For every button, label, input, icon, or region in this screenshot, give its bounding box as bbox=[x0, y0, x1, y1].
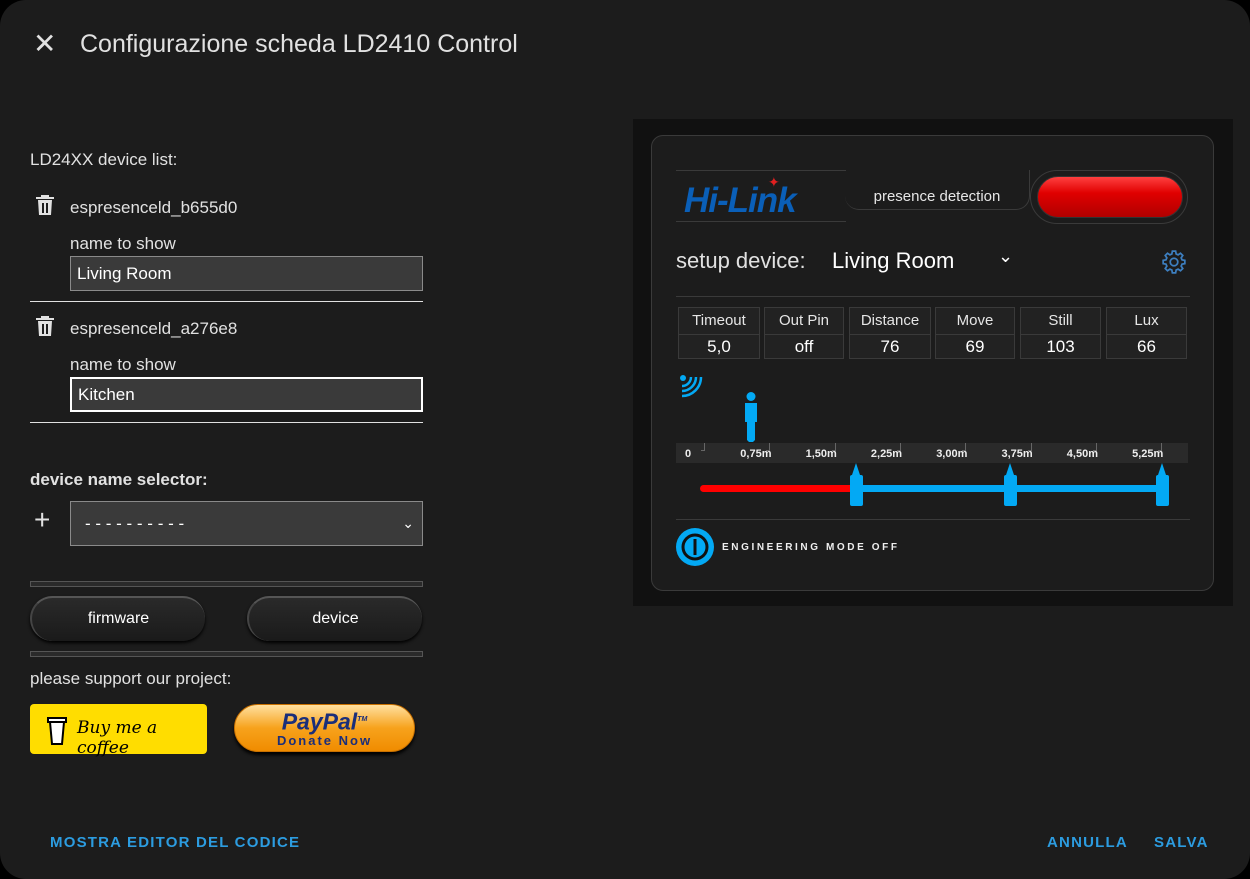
engineering-mode-label: ENGINEERING MODE OFF bbox=[722, 542, 900, 553]
device-id: espresenceld_a276e8 bbox=[70, 319, 238, 338]
stat-lux: Lux 66 bbox=[1106, 307, 1187, 359]
save-button[interactable]: SALVA bbox=[1154, 834, 1209, 851]
coffee-label: Buy me a coffee bbox=[77, 718, 158, 758]
buy-me-a-coffee-button[interactable]: Buy me a coffee bbox=[30, 704, 207, 758]
stat-label: Move bbox=[936, 308, 1014, 335]
setup-label: setup device: bbox=[676, 248, 806, 273]
presence-label: presence detection bbox=[845, 170, 1030, 210]
divider bbox=[30, 422, 423, 423]
tick-mark bbox=[1158, 443, 1163, 451]
selector-label: device name selector: bbox=[30, 470, 208, 489]
radar-signal-icon bbox=[680, 375, 703, 398]
name-label: name to show bbox=[70, 234, 176, 253]
device-name-select[interactable]: - - - - - - - - - - ⌄ bbox=[70, 501, 423, 546]
trash-icon[interactable] bbox=[35, 315, 55, 337]
paypal-donate-button[interactable]: PayPalTM Donate Now bbox=[234, 704, 415, 752]
tick-mark bbox=[831, 443, 836, 451]
stat-label: Still bbox=[1021, 308, 1100, 335]
setup-device-select[interactable]: Living Room ⌄ bbox=[832, 246, 1022, 274]
stat-timeout: Timeout 5,0 bbox=[678, 307, 760, 359]
device-name-input[interactable]: Kitchen bbox=[70, 377, 423, 412]
range-handle[interactable] bbox=[1004, 463, 1017, 506]
range-handle[interactable] bbox=[1156, 463, 1169, 506]
chevron-down-icon: ⌄ bbox=[402, 515, 414, 531]
gear-icon[interactable] bbox=[1161, 249, 1187, 275]
device-button[interactable]: device bbox=[247, 596, 422, 641]
device-name-input[interactable]: Living Room bbox=[70, 256, 423, 291]
ruler-tick: 0 bbox=[685, 448, 692, 460]
red-range-bar bbox=[700, 485, 858, 492]
stat-still: Still 103 bbox=[1020, 307, 1101, 359]
divider bbox=[676, 296, 1190, 297]
name-label: name to show bbox=[70, 355, 176, 374]
stat-value: 66 bbox=[1137, 337, 1156, 356]
stat-value: 76 bbox=[880, 337, 900, 356]
stat-value: 5,0 bbox=[707, 337, 731, 356]
plus-icon[interactable]: + bbox=[34, 506, 50, 534]
setup-value: Living Room bbox=[832, 248, 955, 273]
stat-value: off bbox=[794, 337, 814, 356]
tick-mark bbox=[962, 443, 967, 451]
stat-label: Lux bbox=[1107, 308, 1186, 335]
dialog: ✕ Configurazione scheda LD2410 Control L… bbox=[0, 0, 1250, 879]
person-icon bbox=[745, 392, 758, 442]
firmware-button[interactable]: firmware bbox=[30, 596, 205, 641]
divider bbox=[30, 301, 423, 302]
range-handle[interactable] bbox=[850, 463, 863, 506]
support-label: please support our project: bbox=[30, 669, 232, 688]
stat-distance: Distance 76 bbox=[849, 307, 931, 359]
stat-out-pin: Out Pin off bbox=[764, 307, 844, 359]
stat-label: Out Pin bbox=[765, 308, 843, 335]
chevron-down-icon: ⌄ bbox=[998, 246, 1014, 266]
stat-move: Move 69 bbox=[935, 307, 1015, 359]
divider bbox=[30, 581, 423, 587]
code-editor-button[interactable]: MOSTRA EDITOR DEL CODICE bbox=[50, 834, 300, 851]
donate-label: Donate Now bbox=[276, 732, 373, 748]
paypal-logo: PayPal bbox=[281, 708, 358, 735]
stat-value: 69 bbox=[965, 337, 985, 356]
stat-value: 103 bbox=[1046, 337, 1075, 356]
dialog-title: Configurazione scheda LD2410 Control bbox=[80, 30, 518, 58]
tick-mark bbox=[896, 443, 901, 451]
tick-mark bbox=[701, 443, 705, 451]
paypal-tm: TM bbox=[357, 716, 368, 723]
select-value: - - - - - - - - - - bbox=[85, 514, 185, 533]
power-icon[interactable] bbox=[676, 528, 714, 566]
close-icon[interactable]: ✕ bbox=[33, 30, 56, 58]
trash-icon[interactable] bbox=[35, 194, 55, 216]
device-list-label: LD24XX device list: bbox=[30, 150, 178, 169]
cancel-button[interactable]: ANNULLA bbox=[1047, 834, 1128, 851]
stat-label: Timeout bbox=[679, 308, 759, 335]
coffee-cup-icon bbox=[47, 717, 67, 745]
tick-mark bbox=[1092, 443, 1097, 451]
divider bbox=[676, 519, 1190, 520]
device-id: espresenceld_b655d0 bbox=[70, 198, 238, 217]
divider bbox=[30, 651, 423, 657]
stat-label: Distance bbox=[850, 308, 930, 335]
tick-mark bbox=[766, 443, 771, 451]
star-icon: ✦ bbox=[768, 174, 780, 190]
tick-mark bbox=[1027, 443, 1032, 451]
presence-indicator bbox=[1037, 176, 1183, 218]
